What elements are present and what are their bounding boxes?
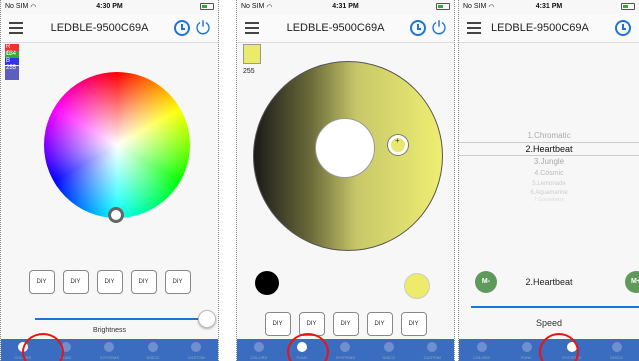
tab-custom[interactable]: CUSTOM: [417, 339, 447, 361]
alarm-clock-icon[interactable]: [174, 20, 190, 36]
diy-button-4[interactable]: DIY: [366, 312, 393, 336]
red-value: R 134: [5, 44, 19, 57]
selected-color-chip: [243, 44, 261, 64]
tab-disco[interactable]: DISCO: [374, 339, 404, 361]
mode-plus-button[interactable]: M+: [625, 271, 639, 293]
nav-bar: LEDBLE-9500C69A ⏻: [237, 13, 454, 43]
selected-mode-label: 2.Heartbeat: [525, 277, 573, 287]
custom-icon: [191, 342, 202, 352]
mode-item[interactable]: 1.Chromatic: [459, 130, 639, 142]
microphone-icon: [611, 342, 622, 352]
mode-item[interactable]: 3.Jungle: [459, 156, 639, 168]
speed-label: Speed: [535, 318, 563, 328]
tab-disco[interactable]: DISCO: [138, 339, 168, 361]
diy-button-4[interactable]: DIY: [130, 270, 157, 294]
screenshot-collage: No SIM ◠ 4:30 PM LEDBLE-9500C69A ⏻ R 134 …: [0, 0, 639, 361]
blue-value: B 255: [5, 58, 19, 71]
highlight-circle: [22, 333, 64, 361]
tab-systems[interactable]: SYSTEMS: [330, 339, 360, 361]
shade-wheel-knob[interactable]: [388, 135, 408, 155]
brightness-slider-thumb[interactable]: [198, 310, 216, 328]
color-wheel[interactable]: [44, 72, 190, 218]
tab-bar: COLORS FUNC SYSTEMS DISCO CUSTOM: [237, 339, 454, 361]
diy-button-1[interactable]: DIY: [264, 312, 291, 336]
custom-icon: [427, 342, 438, 352]
tab-systems[interactable]: SYSTEMS: [94, 339, 124, 361]
screen-mode-picker: No SIM ◠ 4:31 PM LEDBLE-9500C69A 1.Chroma…: [458, 0, 639, 361]
mode-item[interactable]: 6.Aquamarine: [459, 189, 639, 197]
systems-icon: [104, 342, 115, 352]
rainbow-icon: [476, 342, 487, 352]
diy-button-3[interactable]: DIY: [332, 312, 359, 336]
mode-item[interactable]: 5.Lemonade: [459, 180, 639, 189]
menu-icon[interactable]: [467, 22, 481, 34]
microphone-icon: [383, 342, 394, 352]
screen-shade-wheel: No SIM◠ 4:31 PM LEDBLE-9500C69A ⏻ 255 DI…: [236, 0, 455, 361]
screen-color-wheel: No SIM ◠ 4:30 PM LEDBLE-9500C69A ⏻ R 134 …: [0, 0, 219, 361]
yellow-preset[interactable]: [404, 273, 430, 299]
microphone-icon: [147, 342, 158, 352]
device-title: LEDBLE-9500C69A: [491, 22, 589, 34]
power-icon[interactable]: ⏻: [429, 18, 449, 38]
battery-icon: [436, 3, 450, 10]
speed-slider-track[interactable]: [471, 306, 639, 308]
brightness-slider-track[interactable]: [35, 318, 205, 320]
highlight-circle: [539, 333, 579, 361]
mode-item[interactable]: 7.Gooseberry: [459, 197, 639, 203]
mode-item[interactable]: 4.Cosmic: [459, 168, 639, 180]
alarm-clock-icon[interactable]: [615, 20, 631, 36]
mode-picker[interactable]: 1.Chromatic 2.Heartbeat 3.Jungle 4.Cosmi…: [459, 130, 639, 203]
menu-icon[interactable]: [9, 22, 23, 34]
tab-custom[interactable]: CUSTOM: [181, 339, 211, 361]
rainbow-icon: [253, 342, 264, 352]
diy-button-5[interactable]: DIY: [164, 270, 191, 294]
clock-time: 4:31 PM: [332, 3, 359, 10]
battery-icon: [200, 3, 214, 10]
tab-func[interactable]: FUNC: [512, 339, 542, 361]
color-value: 255: [243, 68, 255, 75]
nav-bar: LEDBLE-9500C69A ⏻: [1, 13, 218, 43]
highlight-circle: [287, 333, 329, 361]
color-wheel-knob[interactable]: [108, 207, 124, 223]
diy-button-2[interactable]: DIY: [62, 270, 89, 294]
brightness-label: Brightness: [92, 327, 127, 334]
diy-button-row: DIY DIY DIY DIY DIY: [1, 270, 218, 294]
menu-icon[interactable]: [245, 22, 259, 34]
diy-button-3[interactable]: DIY: [96, 270, 123, 294]
alarm-clock-icon[interactable]: [410, 20, 426, 36]
shade-wheel-center: [315, 118, 375, 178]
diy-button-row: DIY DIY DIY DIY DIY: [237, 312, 454, 336]
nav-bar: LEDBLE-9500C69A: [459, 13, 639, 43]
systems-icon: [340, 342, 351, 352]
tab-disco[interactable]: DISCO: [602, 339, 632, 361]
diy-button-5[interactable]: DIY: [400, 312, 427, 336]
battery-icon: [621, 3, 635, 10]
clock-time: 4:31 PM: [535, 3, 563, 10]
tab-colors[interactable]: COLORS: [467, 339, 497, 361]
diy-button-1[interactable]: DIY: [28, 270, 55, 294]
rgb-readout: R 134 G B 255: [5, 44, 19, 80]
mode-item-selected[interactable]: 2.Heartbeat: [459, 142, 639, 156]
clock-time: 4:30 PM: [96, 3, 123, 10]
device-title: LEDBLE-9500C69A: [50, 22, 149, 34]
tab-colors[interactable]: COLORS: [244, 339, 274, 361]
power-icon[interactable]: ⏻: [193, 18, 213, 38]
status-bar: No SIM ◠ 4:31 PM: [237, 0, 454, 13]
status-bar: No SIM ◠ 4:31 PM: [459, 0, 639, 13]
device-title: LEDBLE-9500C69A: [286, 22, 385, 34]
black-preset[interactable]: [255, 271, 279, 295]
func-icon: [521, 342, 532, 352]
status-bar: No SIM ◠ 4:30 PM: [1, 0, 218, 13]
